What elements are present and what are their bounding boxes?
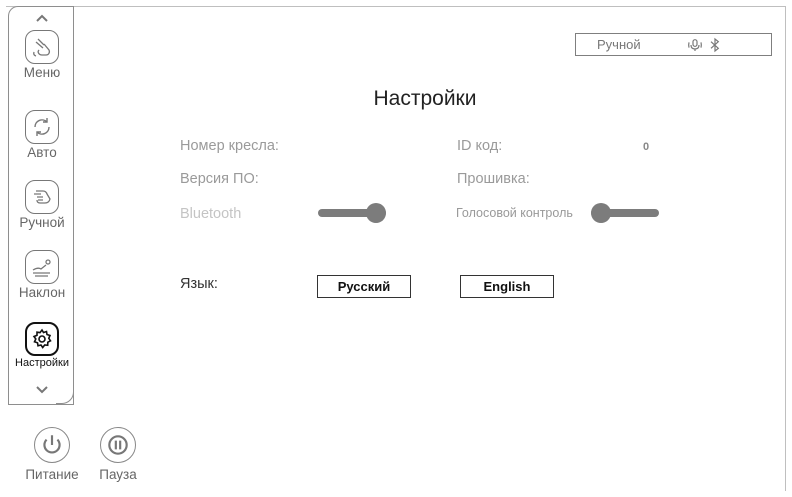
bluetooth-toggle[interactable] [318, 203, 386, 223]
sidebar-item-manual[interactable]: Ручной [9, 180, 75, 230]
sidebar-item-label: Ручной [19, 215, 65, 230]
toggle-knob [591, 203, 611, 223]
id-code-label: ID код: [457, 138, 503, 154]
toggle-knob [366, 203, 386, 223]
bluetooth-icon [705, 36, 725, 54]
power-label: Питание [25, 467, 79, 482]
voice-control-label: Голосовой контроль [456, 206, 573, 220]
sidebar-item-auto[interactable]: Авто [9, 110, 75, 160]
sidebar-item-menu[interactable]: Меню [9, 30, 75, 80]
power-button[interactable]: Питание [22, 427, 82, 482]
sidebar-item-label: Наклон [18, 285, 66, 300]
sidebar-item-label: Настройки [15, 357, 69, 369]
voice-control-toggle[interactable] [591, 203, 659, 223]
sidebar-item-label: Авто [27, 145, 57, 160]
sidebar-item-recline[interactable]: Наклон [9, 250, 75, 300]
language-label: Язык: [180, 276, 218, 292]
hand-manual-icon [25, 180, 59, 214]
software-version-label: Версия ПО: [180, 171, 259, 187]
bluetooth-label: Bluetooth [180, 206, 242, 222]
chevron-up-icon[interactable] [9, 11, 75, 25]
mode-status: Ручной [597, 37, 641, 52]
sidebar-item-label: Меню [23, 65, 61, 80]
sidebar-menu: Меню Авто Ручной Наклон Настройки [8, 6, 74, 404]
auto-rotate-icon [25, 110, 59, 144]
voice-icon [685, 36, 705, 54]
sidebar-item-settings[interactable]: Настройки [9, 322, 75, 369]
hand-menu-icon [25, 30, 59, 64]
firmware-label: Прошивка: [457, 171, 530, 187]
gear-icon [25, 322, 59, 356]
main-frame [6, 6, 786, 491]
id-code-value: 0 [643, 141, 650, 153]
chair-number-label: Номер кресла: [180, 138, 279, 154]
status-bar: Ручной [575, 33, 772, 56]
pause-label: Пауза [99, 467, 137, 482]
language-english-button[interactable]: English [460, 275, 554, 298]
pause-button[interactable]: Пауза [88, 427, 148, 482]
power-icon [34, 427, 70, 463]
recline-icon [25, 250, 59, 284]
language-russian-button[interactable]: Русский [317, 275, 411, 298]
pause-icon [100, 427, 136, 463]
page-title: Настройки [373, 87, 477, 110]
sidebar-divider [8, 404, 74, 405]
